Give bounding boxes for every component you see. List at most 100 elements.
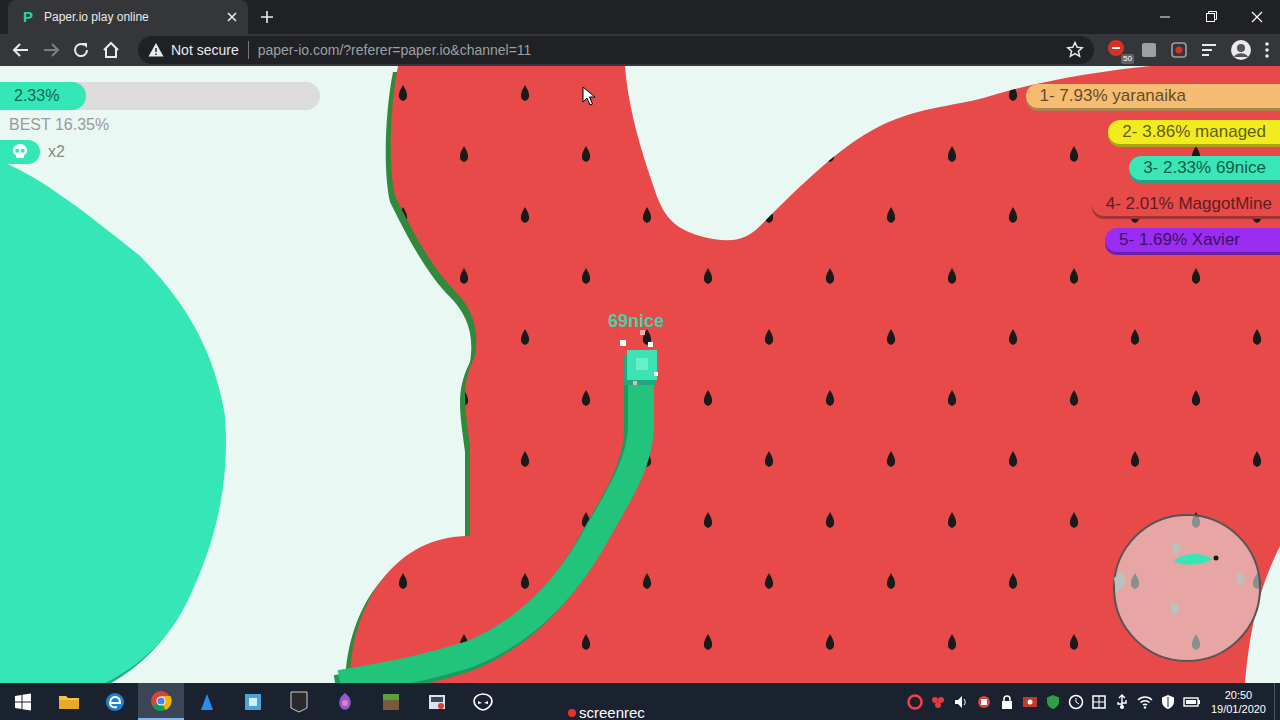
seed-pattern bbox=[350, 66, 1280, 683]
leaderboard-entry: 1- 7.93% yaranaika bbox=[1026, 84, 1280, 108]
show-desktop-button[interactable] bbox=[1274, 683, 1280, 720]
kill-count-text: x2 bbox=[48, 143, 65, 161]
tab-title: Paper.io play online bbox=[44, 10, 218, 24]
particle bbox=[620, 340, 626, 346]
app-tray-icon[interactable] bbox=[930, 694, 946, 710]
home-icon[interactable] bbox=[102, 41, 120, 59]
paint-icon bbox=[335, 692, 355, 712]
player-highlight bbox=[636, 358, 648, 370]
record-dot-icon bbox=[568, 709, 576, 717]
tab-bar: P Paper.io play online bbox=[0, 0, 1280, 34]
taskbar-app[interactable] bbox=[138, 683, 184, 720]
menu-icon[interactable] bbox=[1264, 41, 1270, 59]
screenrec-watermark: screenrec bbox=[568, 705, 645, 720]
opera-icon[interactable] bbox=[907, 694, 923, 710]
security-label[interactable]: Not secure bbox=[171, 42, 239, 58]
particle bbox=[654, 372, 658, 376]
taskbar-apps bbox=[0, 683, 506, 720]
extension-icon[interactable] bbox=[1140, 41, 1158, 59]
taskbar-app[interactable] bbox=[276, 683, 322, 720]
watermark-text: screenrec bbox=[579, 705, 645, 720]
back-icon[interactable] bbox=[12, 41, 30, 59]
alien-app-icon bbox=[472, 692, 494, 712]
particle bbox=[648, 342, 653, 347]
taskbar-app[interactable] bbox=[322, 683, 368, 720]
progress-track: 2.33% bbox=[0, 82, 320, 110]
record-extension-icon[interactable] bbox=[1170, 41, 1188, 59]
warning-icon[interactable] bbox=[148, 42, 164, 58]
taskbar-app[interactable] bbox=[230, 683, 276, 720]
taskbar-app[interactable] bbox=[46, 683, 92, 720]
lock-icon[interactable] bbox=[999, 694, 1015, 710]
browser-tab[interactable]: P Paper.io play online bbox=[8, 0, 248, 34]
screen: P Paper.io play online Not secure paper-… bbox=[0, 0, 1280, 720]
network-icon[interactable] bbox=[1137, 694, 1153, 710]
edge-icon bbox=[105, 692, 125, 712]
start-button[interactable] bbox=[0, 683, 46, 720]
game-canvas[interactable]: 2.33% BEST 16.35% x2 69nice 1- 7.93% yar… bbox=[0, 66, 1280, 683]
window-controls bbox=[1142, 0, 1280, 34]
epic-games-icon bbox=[290, 691, 308, 713]
record-tray-icon[interactable] bbox=[1022, 694, 1038, 710]
reload-icon[interactable] bbox=[72, 41, 90, 59]
favicon-icon: P bbox=[20, 9, 36, 25]
player-trail bbox=[340, 366, 641, 683]
leaderboard-entry: 5- 1.69% Xavier bbox=[1105, 228, 1280, 252]
media-icon[interactable] bbox=[1200, 41, 1218, 59]
minimize-icon[interactable] bbox=[1142, 0, 1188, 34]
red-territory bbox=[350, 66, 1280, 683]
teal-territory bbox=[0, 161, 226, 683]
kill-count: x2 bbox=[0, 140, 320, 164]
leaderboard-entry: 3- 2.33% 69nice bbox=[1129, 156, 1280, 180]
security-icon[interactable] bbox=[1160, 694, 1176, 710]
forward-icon[interactable] bbox=[42, 41, 60, 59]
app-tray-icon[interactable] bbox=[1068, 694, 1084, 710]
url-text[interactable]: paper-io.com/?referer=paper.io&channel=1… bbox=[258, 42, 532, 58]
close-window-icon[interactable] bbox=[1234, 0, 1280, 34]
player-name: 69nice bbox=[608, 311, 664, 332]
leaderboard-entry: 2- 3.86% managed bbox=[1108, 120, 1280, 144]
skull-badge bbox=[0, 140, 40, 164]
score-percent: 2.33% bbox=[14, 87, 59, 105]
system-tray bbox=[907, 694, 1201, 710]
leaderboard-entry: 4- 2.01% MaggotMine bbox=[1092, 192, 1280, 216]
taskbar-app[interactable] bbox=[414, 683, 460, 720]
new-tab-icon[interactable] bbox=[260, 10, 274, 24]
address-bar[interactable]: Not secure paper-io.com/?referer=paper.i… bbox=[138, 36, 1094, 64]
clock[interactable]: 20:50 19/01/2020 bbox=[1201, 688, 1274, 716]
restore-icon[interactable] bbox=[1188, 0, 1234, 34]
close-tab-icon[interactable] bbox=[226, 11, 238, 23]
taskbar: screenrec 20:50 19/01/2020 bbox=[0, 683, 1280, 720]
extension-badge: 50 bbox=[1121, 54, 1134, 64]
minecraft-icon bbox=[381, 692, 401, 712]
best-score: BEST 16.35% bbox=[0, 116, 320, 134]
taskbar-app[interactable] bbox=[368, 683, 414, 720]
profile-avatar-icon[interactable] bbox=[1230, 39, 1252, 61]
usb-icon[interactable] bbox=[1114, 694, 1130, 710]
minimap bbox=[1112, 513, 1262, 663]
shield-icon[interactable] bbox=[1045, 694, 1061, 710]
toolbar: Not secure paper-io.com/?referer=paper.i… bbox=[0, 34, 1280, 66]
bookmark-star-icon[interactable] bbox=[1066, 41, 1084, 59]
grid-icon[interactable] bbox=[1091, 694, 1107, 710]
windows-icon bbox=[14, 693, 32, 711]
app-tray-icon[interactable] bbox=[976, 694, 992, 710]
clock-time: 20:50 bbox=[1225, 688, 1253, 702]
app-icon bbox=[243, 692, 263, 712]
progress-fill: 2.33% bbox=[0, 82, 86, 110]
extension-button[interactable]: 50 bbox=[1106, 39, 1128, 61]
clock-date: 19/01/2020 bbox=[1211, 702, 1266, 716]
particle bbox=[633, 381, 637, 385]
file-explorer-icon bbox=[58, 693, 80, 711]
player-square bbox=[627, 350, 657, 380]
leaderboard: 1- 7.93% yaranaika 2- 3.86% managed 3- 2.3… bbox=[1026, 84, 1280, 252]
taskbar-app[interactable] bbox=[184, 683, 230, 720]
taskbar-app[interactable] bbox=[460, 683, 506, 720]
volume-icon[interactable] bbox=[953, 694, 969, 710]
screen-recorder-icon bbox=[427, 692, 447, 712]
score-hud: 2.33% BEST 16.35% x2 bbox=[0, 82, 320, 164]
skull-icon bbox=[11, 143, 29, 161]
battery-icon[interactable] bbox=[1183, 694, 1201, 710]
taskbar-app[interactable] bbox=[92, 683, 138, 720]
minimap-map bbox=[1112, 513, 1262, 663]
